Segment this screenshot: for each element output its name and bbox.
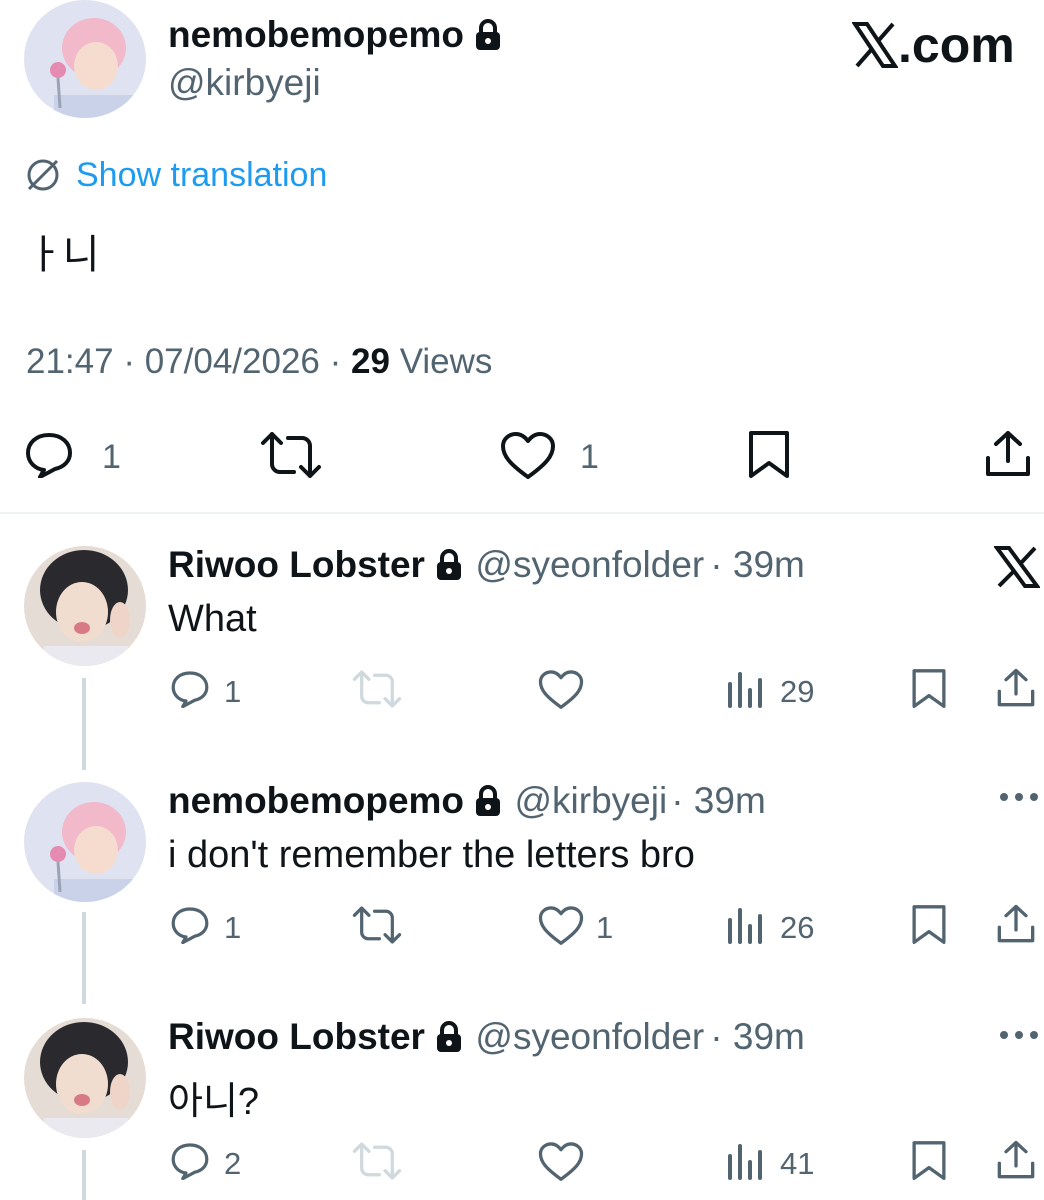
reply-count: 2 <box>224 1146 242 1181</box>
bookmark-icon[interactable] <box>910 1140 948 1182</box>
views-icon[interactable] <box>726 670 766 708</box>
x-com-logo[interactable]: .com <box>851 17 1015 73</box>
author-name[interactable]: nemobemopemo <box>168 780 464 821</box>
share-icon[interactable] <box>984 430 1032 478</box>
share-icon[interactable] <box>996 904 1036 944</box>
reply-icon[interactable] <box>170 906 210 944</box>
lock-icon <box>435 549 463 586</box>
reply-time[interactable]: · 39m <box>710 544 805 585</box>
reply-count: 1 <box>224 910 242 945</box>
views-count: 26 <box>780 910 815 945</box>
like-icon[interactable] <box>538 670 584 710</box>
reply-header: nemobemopemo @kirbyeji · 39m <box>168 780 766 822</box>
thread-line <box>82 678 86 770</box>
tweet-time[interactable]: 21:47 <box>26 342 114 381</box>
author-handle[interactable]: @syeonfolder <box>475 544 704 585</box>
bookmark-icon[interactable] <box>746 430 792 480</box>
avatar[interactable] <box>24 0 146 118</box>
tweet-meta: 21:47 · 07/04/2026 · 29 Views <box>26 342 492 382</box>
like-count: 1 <box>596 910 614 945</box>
retweet-icon <box>352 670 402 708</box>
bookmark-icon[interactable] <box>910 668 948 710</box>
like-icon[interactable] <box>538 1142 584 1182</box>
reply-text: i don't remember the letters bro <box>168 834 695 876</box>
reply-count: 1 <box>224 674 242 709</box>
author-name-text[interactable]: nemobemopemo <box>168 14 464 55</box>
tweet-date[interactable]: 07/04/2026 <box>145 342 320 381</box>
lock-icon <box>474 18 502 60</box>
like-count: 1 <box>580 438 599 476</box>
avatar[interactable] <box>24 782 146 902</box>
more-icon[interactable] <box>998 1028 1040 1042</box>
reply-time[interactable]: · 39m <box>671 780 766 821</box>
meta-dot: · <box>123 342 145 381</box>
share-icon[interactable] <box>996 1140 1036 1180</box>
author-handle[interactable]: @syeonfolder <box>475 1016 704 1057</box>
views-icon[interactable] <box>726 1142 766 1180</box>
avatar[interactable] <box>24 1018 146 1138</box>
reply-header: Riwoo Lobster @syeonfolder · 39m <box>168 1016 805 1058</box>
author-name[interactable]: Riwoo Lobster <box>168 1016 425 1057</box>
reply-header: Riwoo Lobster @syeonfolder · 39m <box>168 544 805 586</box>
show-translation-link[interactable]: Show translation <box>76 156 327 195</box>
retweet-icon[interactable] <box>352 906 402 944</box>
x-logo-icon[interactable] <box>994 546 1040 588</box>
reply-icon[interactable] <box>170 670 210 708</box>
reply-count: 1 <box>102 438 121 476</box>
share-icon[interactable] <box>996 668 1036 708</box>
views-count: 29 <box>780 674 815 709</box>
reply-icon[interactable] <box>24 432 74 478</box>
reply-time[interactable]: · 39m <box>710 1016 805 1057</box>
thread-line <box>82 1150 86 1200</box>
bookmark-icon[interactable] <box>910 904 948 946</box>
meta-dot: · <box>329 342 352 381</box>
reply-text: 아니? <box>168 1081 260 1123</box>
avatar[interactable] <box>24 546 146 666</box>
tweet-text: ㅏ니 <box>26 233 100 277</box>
more-icon[interactable] <box>998 790 1040 804</box>
like-icon[interactable] <box>538 906 584 946</box>
views-count: 29 <box>351 342 390 381</box>
views-icon[interactable] <box>726 906 766 944</box>
reply-text: What <box>168 598 257 640</box>
author-name[interactable]: nemobemopemo <box>168 14 502 60</box>
views-count: 41 <box>780 1146 815 1181</box>
reply-icon[interactable] <box>170 1142 210 1180</box>
retweet-icon[interactable] <box>260 432 322 478</box>
globe-icon <box>27 159 59 191</box>
divider <box>0 512 1044 514</box>
author-name[interactable]: Riwoo Lobster <box>168 544 425 585</box>
lock-icon <box>435 1021 463 1058</box>
views-label: Views <box>399 342 493 381</box>
author-handle[interactable]: @kirbyeji <box>168 62 321 104</box>
site-label: .com <box>898 17 1015 73</box>
retweet-icon <box>352 1142 402 1180</box>
author-handle[interactable]: @kirbyeji <box>515 780 668 821</box>
x-logo-icon <box>851 22 899 68</box>
lock-icon <box>474 785 502 822</box>
thread-line <box>82 912 86 1004</box>
like-icon[interactable] <box>500 432 556 480</box>
